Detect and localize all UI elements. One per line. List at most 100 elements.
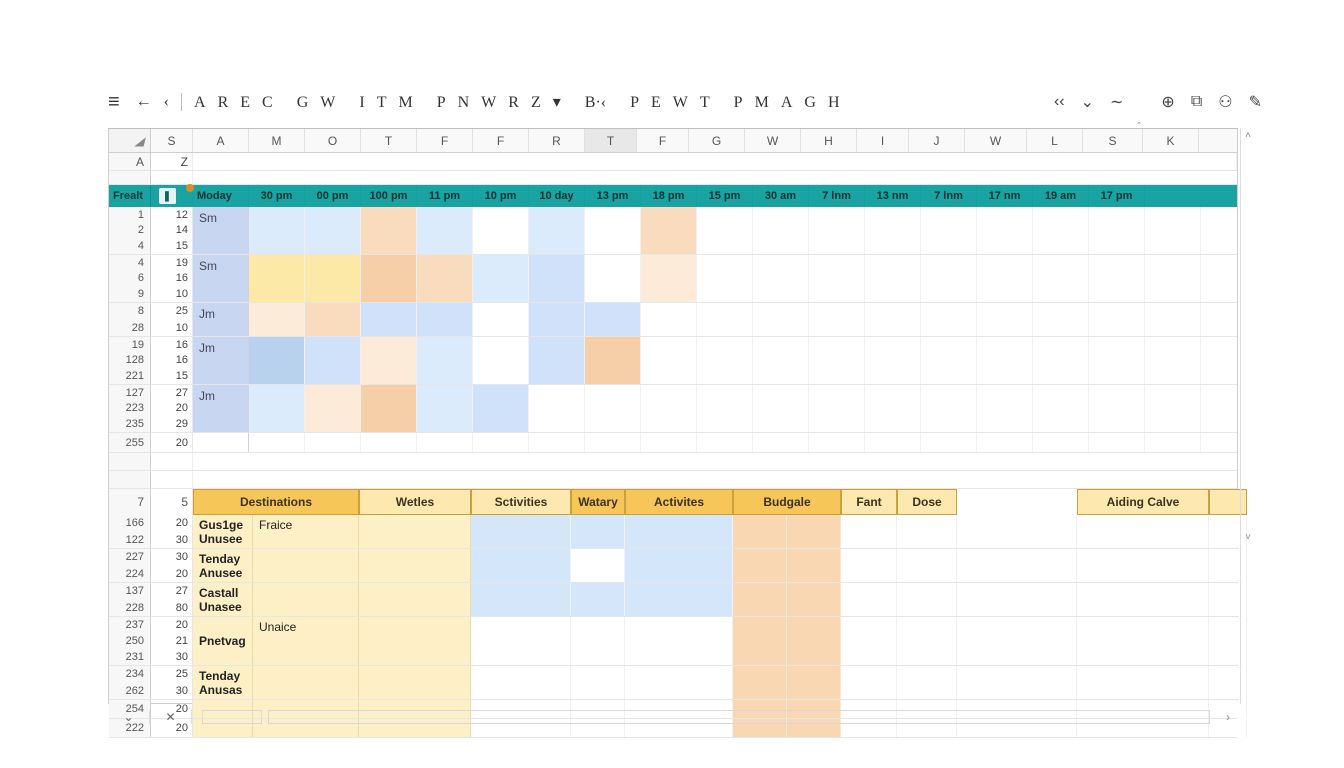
schedule-cell[interactable] (977, 255, 1033, 302)
schedule-cell[interactable] (417, 207, 473, 254)
col-sctivities[interactable]: Sctivities (471, 489, 571, 515)
schedule-cell[interactable] (865, 255, 921, 302)
schedule-cell[interactable] (921, 433, 977, 452)
schedule-cell[interactable] (585, 255, 641, 302)
schedule-cell[interactable] (473, 337, 529, 384)
column-header[interactable]: M (249, 129, 305, 152)
menu-icon[interactable]: ≡ (108, 91, 130, 114)
schedule-row-label[interactable]: Jm (193, 303, 249, 336)
column-header[interactable]: J (909, 129, 965, 152)
column-header[interactable]: L (1027, 129, 1083, 152)
schedule-cell[interactable] (361, 433, 417, 452)
column-header[interactable]: A (193, 129, 249, 152)
schedule-cell[interactable] (305, 255, 361, 302)
col-activites[interactable]: Activites (625, 489, 733, 515)
column-header[interactable]: F (417, 129, 473, 152)
schedule-cell[interactable] (249, 433, 305, 452)
schedule-cell[interactable] (977, 433, 1033, 452)
cell[interactable] (359, 515, 471, 548)
schedule-cell[interactable] (249, 385, 305, 432)
schedule-cell[interactable] (1033, 207, 1089, 254)
cell[interactable] (841, 549, 897, 582)
cell[interactable] (787, 617, 841, 665)
col-wetles[interactable]: Wetles (359, 489, 471, 515)
schedule-cell[interactable] (697, 255, 753, 302)
cell[interactable] (625, 549, 733, 582)
schedule-cell[interactable] (529, 385, 585, 432)
schedule-cell[interactable] (305, 385, 361, 432)
schedule-cell[interactable] (473, 433, 529, 452)
schedule-cell[interactable] (977, 207, 1033, 254)
cell[interactable] (897, 583, 957, 616)
schedule-cell[interactable] (977, 337, 1033, 384)
schedule-cell[interactable] (417, 433, 473, 452)
schedule-cell[interactable] (1089, 303, 1145, 336)
scroll-right-icon[interactable]: › (1218, 710, 1238, 724)
schedule-row-label[interactable]: Sm (193, 207, 249, 254)
cell[interactable] (1077, 666, 1209, 699)
schedule-cell[interactable] (1145, 385, 1201, 432)
column-header[interactable]: F (637, 129, 689, 152)
cell[interactable] (359, 666, 471, 699)
column-header[interactable]: I (857, 129, 909, 152)
column-header[interactable]: R (529, 129, 585, 152)
col-destinations[interactable]: Destinations (193, 489, 359, 515)
schedule-cell[interactable] (865, 303, 921, 336)
cell[interactable] (733, 583, 787, 616)
schedule-cell[interactable] (865, 433, 921, 452)
destination-name[interactable]: CastallUnasee (193, 583, 253, 616)
schedule-cell[interactable] (417, 255, 473, 302)
cell[interactable] (571, 617, 625, 665)
schedule-cell[interactable] (865, 207, 921, 254)
col-dose[interactable]: Dose (897, 489, 957, 515)
schedule-cell[interactable] (305, 337, 361, 384)
schedule-cell[interactable] (249, 303, 305, 336)
schedule-cell[interactable] (1033, 385, 1089, 432)
cell[interactable] (625, 515, 733, 548)
copy-icon[interactable]: ⧉ (1187, 91, 1206, 113)
cell[interactable] (359, 583, 471, 616)
toolbar-cmd[interactable]: E (645, 94, 667, 111)
dropdown-caret-icon[interactable]: ▾ (547, 94, 567, 111)
destination-col2[interactable] (253, 583, 359, 616)
schedule-cell[interactable] (361, 255, 417, 302)
cell[interactable] (625, 666, 733, 699)
schedule-cell[interactable] (1145, 337, 1201, 384)
column-header[interactable]: T (361, 129, 417, 152)
schedule-cell[interactable] (473, 303, 529, 336)
schedule-cell[interactable] (361, 385, 417, 432)
schedule-cell[interactable] (1145, 433, 1201, 452)
nav-prev-icon[interactable]: ‹ (158, 93, 175, 111)
schedule-cell[interactable] (1089, 207, 1145, 254)
schedule-cell[interactable] (585, 433, 641, 452)
toolbar-cmd[interactable]: W (475, 94, 502, 111)
cell[interactable] (571, 583, 625, 616)
cell[interactable] (359, 549, 471, 582)
cell[interactable] (733, 549, 787, 582)
schedule-cell[interactable] (809, 255, 865, 302)
cell[interactable] (359, 617, 471, 665)
column-header[interactable]: W (965, 129, 1027, 152)
help-icon[interactable]: ⊕ (1157, 90, 1178, 114)
schedule-cell[interactable] (977, 303, 1033, 336)
cell[interactable] (471, 617, 571, 665)
toolbar-cmd[interactable]: G (291, 94, 315, 111)
toolbar-cmd[interactable]: W (667, 94, 694, 111)
schedule-cell[interactable] (809, 337, 865, 384)
select-all-corner[interactable]: ◢ (109, 129, 151, 152)
sheet-tab-back-icon[interactable]: ⌄ (108, 710, 150, 724)
schedule-cell[interactable] (529, 207, 585, 254)
schedule-cell[interactable] (249, 255, 305, 302)
scroll-down-icon[interactable]: ˅ (1241, 532, 1255, 546)
cell[interactable] (193, 153, 1237, 170)
rewind-icon[interactable]: ‹‹ (1050, 91, 1069, 113)
toolbar-cmd[interactable]: M (392, 94, 418, 111)
schedule-cell[interactable] (473, 385, 529, 432)
cell[interactable] (625, 583, 733, 616)
schedule-cell[interactable] (697, 385, 753, 432)
row-header[interactable]: A (109, 153, 151, 170)
schedule-cell[interactable] (697, 337, 753, 384)
schedule-cell[interactable] (697, 433, 753, 452)
toolbar-cmd[interactable]: C (256, 94, 279, 111)
cell[interactable]: Z (151, 153, 193, 170)
